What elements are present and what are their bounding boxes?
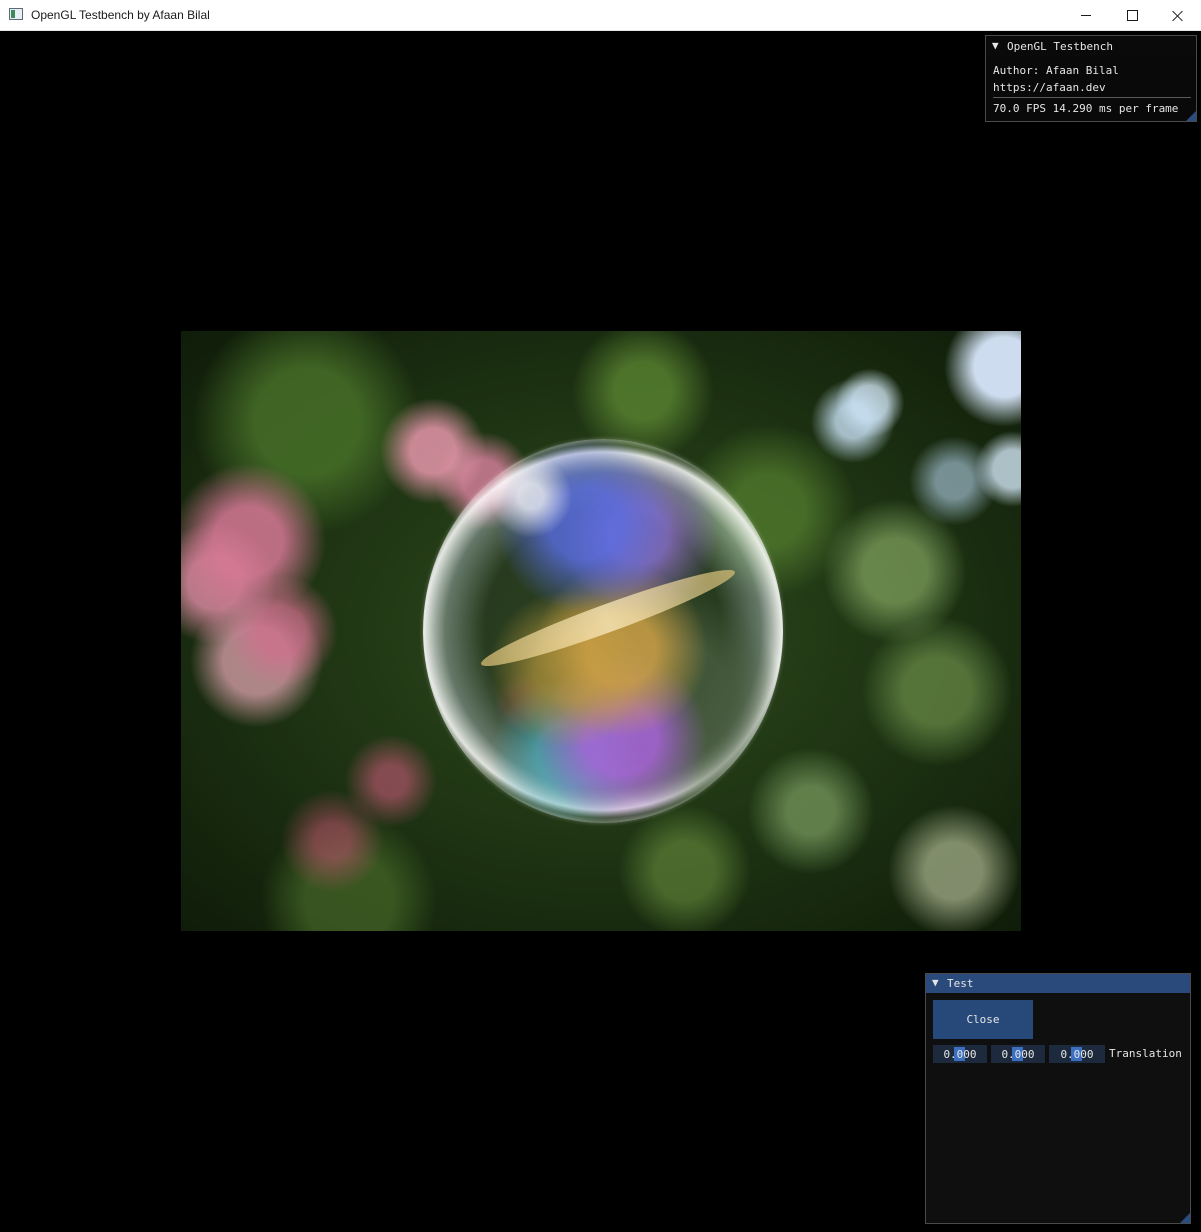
collapse-arrow-icon[interactable]: ▼ (992, 39, 999, 52)
translation-z-value: 0.000 (1060, 1047, 1094, 1061)
resize-grip-icon[interactable] (1180, 1213, 1190, 1223)
testbench-overlay-window[interactable]: ▼ OpenGL Testbench Author: Afaan Bilal h… (985, 35, 1197, 122)
author-text: Author: Afaan Bilal (993, 64, 1119, 77)
translation-y-value: 0.000 (1001, 1047, 1035, 1061)
separator (993, 97, 1191, 98)
test-window-title: Test (947, 977, 974, 990)
maximize-icon (1126, 10, 1138, 21)
overlay-header[interactable]: ▼ OpenGL Testbench (986, 36, 1196, 56)
close-test-button[interactable]: Close (933, 1000, 1033, 1039)
translation-x-drag[interactable]: 0.000 (933, 1045, 987, 1063)
translation-x-value: 0.000 (943, 1047, 977, 1061)
close-icon (1172, 10, 1184, 22)
resize-grip-icon[interactable] (1186, 111, 1196, 121)
bubble-reflection (476, 558, 740, 678)
close-window-button[interactable] (1155, 0, 1201, 31)
window-title: OpenGL Testbench by Afaan Bilal (31, 8, 210, 22)
translation-z-drag[interactable]: 0.000 (1049, 1045, 1105, 1063)
rendered-texture (181, 331, 1021, 931)
translation-y-drag[interactable]: 0.000 (991, 1045, 1045, 1063)
translation-label: Translation (1109, 1047, 1182, 1060)
url-text: https://afaan.dev (993, 81, 1106, 94)
fps-text: 70.0 FPS 14.290 ms per frame (993, 102, 1179, 115)
title-bar[interactable]: OpenGL Testbench by Afaan Bilal (0, 0, 1201, 31)
minimize-button[interactable] (1063, 0, 1109, 31)
collapse-arrow-icon[interactable]: ▼ (932, 976, 939, 989)
soap-bubble (423, 439, 783, 823)
test-window[interactable]: ▼ Test Close 0.000 0.000 0.000 Translati… (925, 973, 1191, 1224)
minimize-icon (1081, 15, 1091, 16)
test-window-header[interactable]: ▼ Test (926, 974, 1190, 993)
maximize-button[interactable] (1109, 0, 1155, 31)
app-icon[interactable] (9, 8, 23, 20)
overlay-title: OpenGL Testbench (1007, 40, 1113, 53)
